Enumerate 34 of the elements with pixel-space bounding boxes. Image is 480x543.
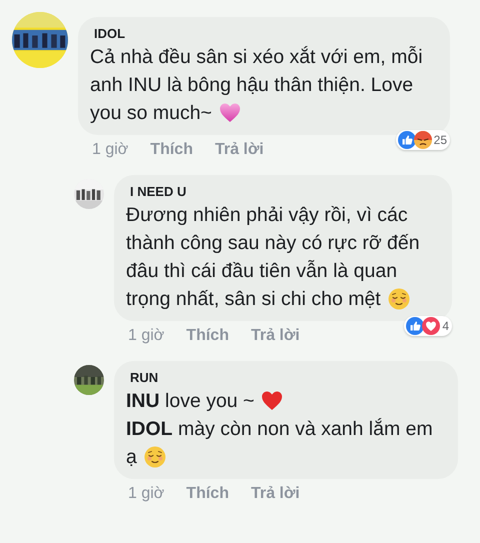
timestamp: 1 giờ bbox=[128, 485, 164, 503]
smiling-face-icon bbox=[386, 287, 411, 311]
heart-icon bbox=[260, 389, 284, 413]
like-reaction-icon bbox=[398, 131, 416, 149]
comment-text: đâu thì cái đầu tiên vẫn là quan bbox=[126, 260, 398, 282]
reaction-badge[interactable]: 4 bbox=[404, 316, 452, 336]
comment-text: Cả nhà đều sân si xéo xắt với em, mỗi bbox=[90, 46, 423, 68]
angry-reaction-icon bbox=[414, 131, 432, 149]
like-reaction-icon bbox=[406, 317, 424, 335]
author-name[interactable]: RUN bbox=[130, 370, 158, 385]
reaction-count: 25 bbox=[434, 133, 447, 147]
action-link[interactable]: Thích bbox=[150, 141, 193, 159]
comment-text: anh INU là bông hậu thân thiện. Love bbox=[90, 74, 414, 96]
author-name[interactable]: I NEED U bbox=[130, 184, 186, 199]
comment-text: you so much~ bbox=[90, 102, 212, 124]
action-link[interactable]: Thích bbox=[186, 485, 229, 503]
author-name[interactable]: IDOL bbox=[94, 26, 126, 41]
comment-text: IDOL mày còn non và xanh lắm em bbox=[126, 418, 433, 440]
action-link[interactable]: Trả lời bbox=[214, 141, 264, 159]
love-reaction-icon bbox=[422, 317, 440, 335]
comment-text: Đương nhiên phải vậy rồi, vì các bbox=[126, 204, 408, 226]
timestamp: 1 giờ bbox=[128, 327, 164, 345]
action-link[interactable]: Thích bbox=[186, 327, 229, 345]
timestamp: 1 giờ bbox=[92, 141, 128, 159]
comment-text: trọng nhất, sân si chi cho mệt bbox=[126, 288, 381, 310]
reaction-badge[interactable]: 25 bbox=[396, 130, 450, 150]
action-link[interactable]: Trả lời bbox=[250, 485, 300, 503]
comment-text: INU love you ~ bbox=[126, 390, 254, 412]
smiling-face-icon bbox=[142, 445, 167, 469]
reaction-count: 4 bbox=[442, 319, 449, 333]
comment-text: ạ bbox=[126, 446, 137, 468]
action-link[interactable]: Trả lời bbox=[250, 327, 300, 345]
heart-icon bbox=[218, 101, 242, 125]
comment-text: thành công sau này có rực rỡ đến bbox=[126, 232, 420, 254]
